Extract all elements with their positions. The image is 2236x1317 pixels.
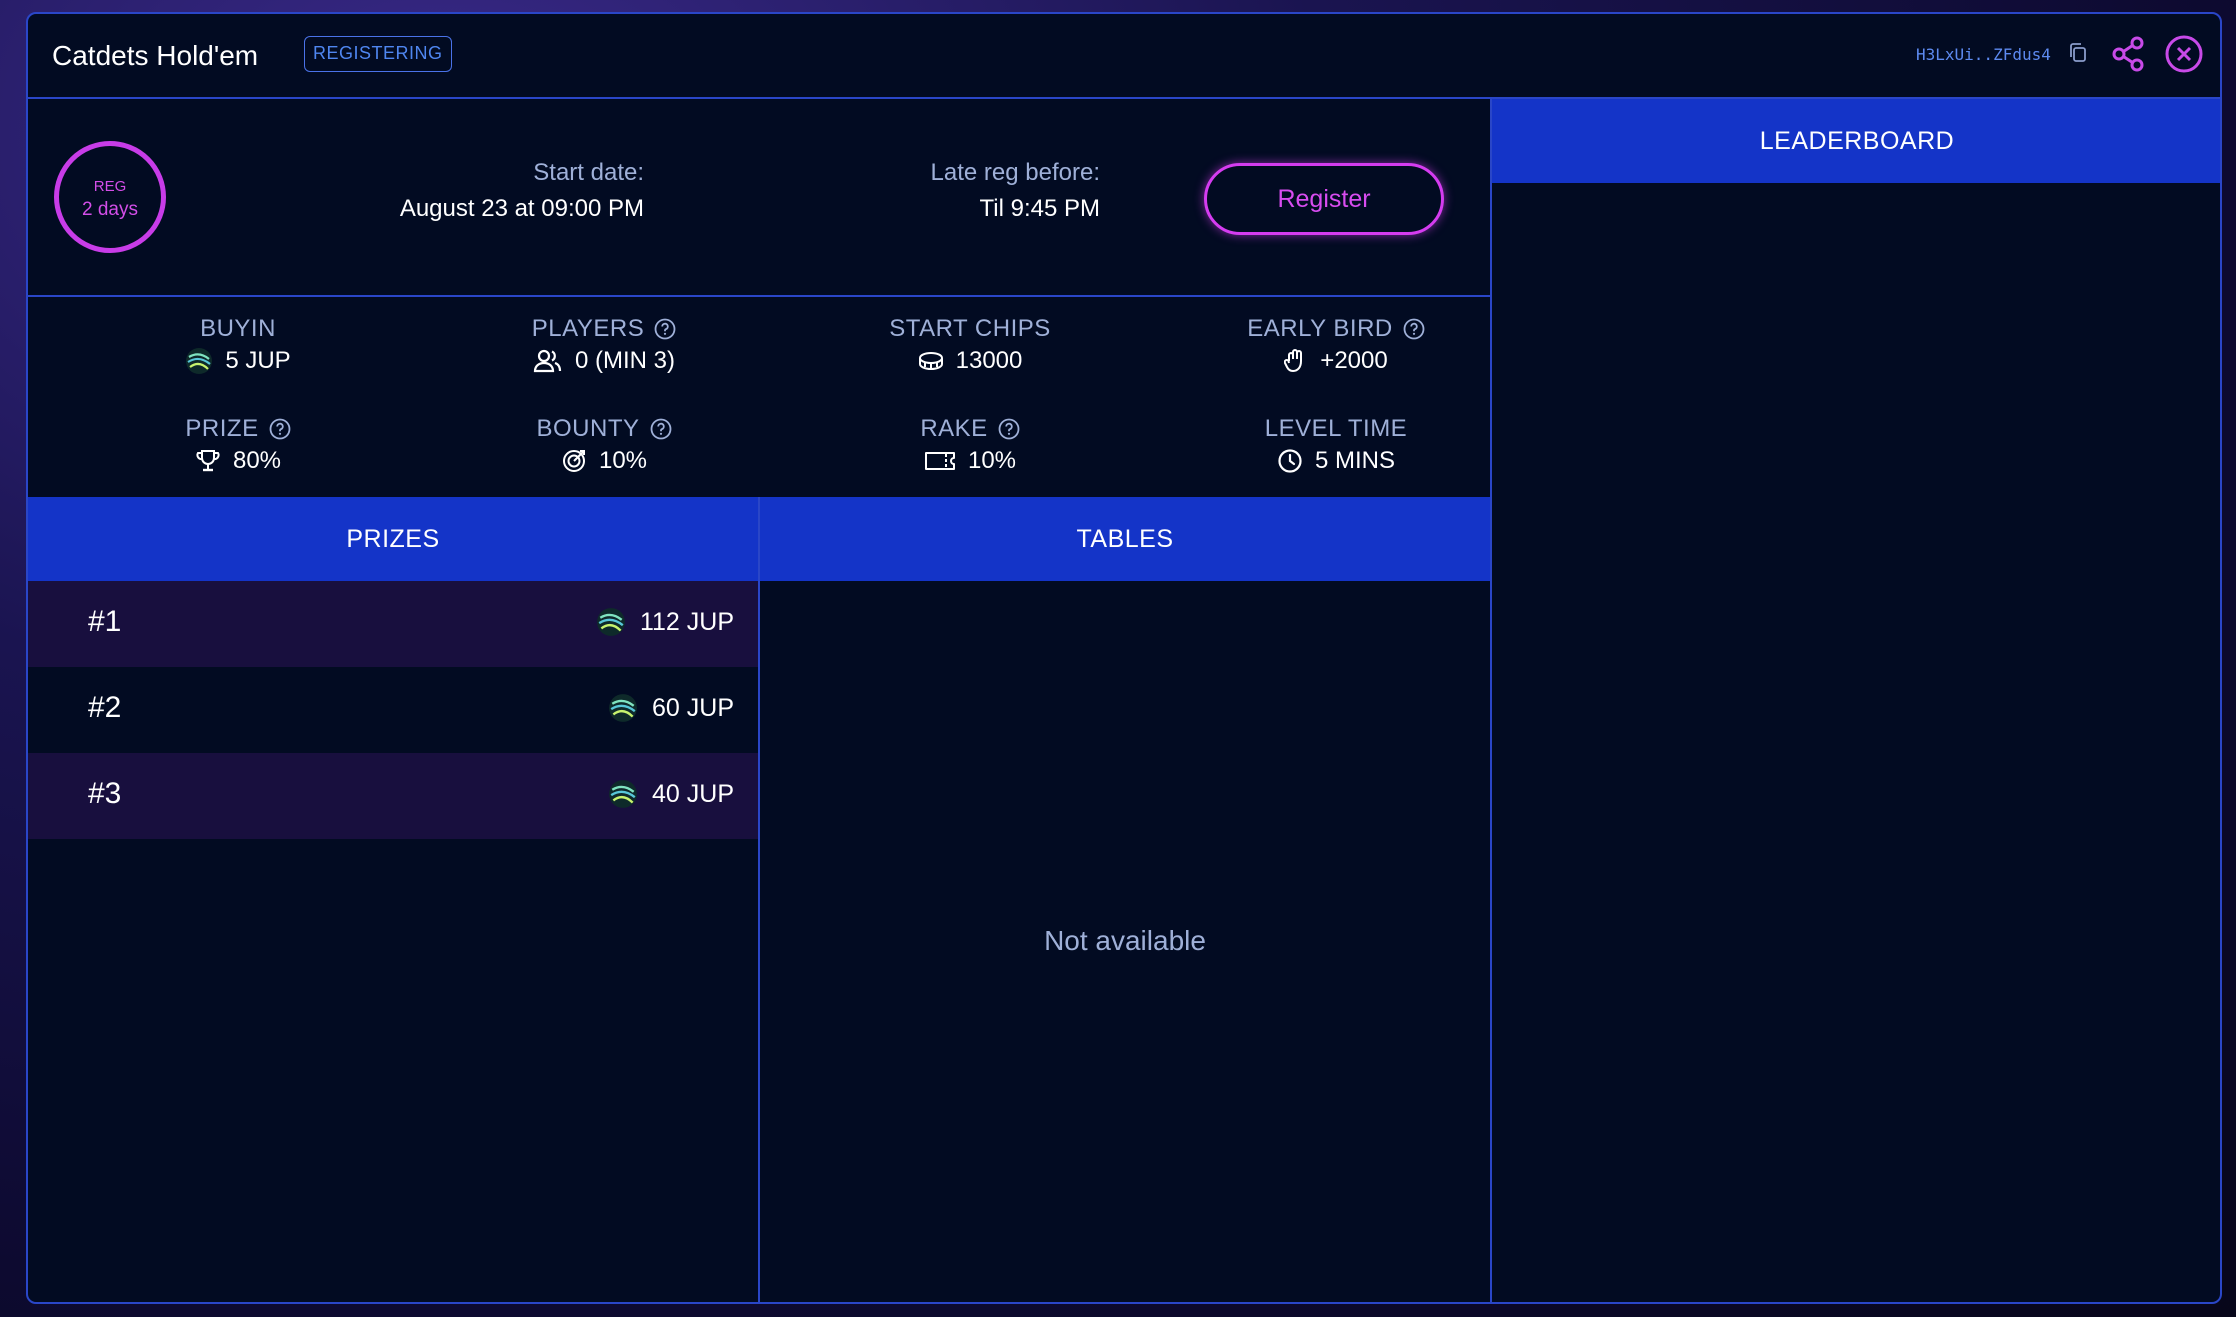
- late-reg-value: Til 9:45 PM: [979, 195, 1100, 222]
- prize-amount: 40 JUP: [652, 779, 734, 808]
- help-icon[interactable]: [654, 318, 676, 340]
- leaderboard-panel: LEADERBOARD: [1492, 99, 2220, 1302]
- prizes-panel: PRIZES #1 112 JUP #2 60 JUP #3 40 JUP: [28, 497, 760, 1302]
- tables-header: TABLES: [760, 497, 1490, 581]
- start-date-value: August 23 at 09:00 PM: [399, 195, 644, 222]
- reg-timer-label: REG: [93, 178, 127, 195]
- help-icon[interactable]: [650, 418, 672, 440]
- stat-bounty-label: BOUNTY: [536, 415, 640, 442]
- stat-start-chips-label: START CHIPS: [889, 315, 1051, 342]
- jup-token-icon: [609, 780, 637, 808]
- stat-buyin-value: 5 JUP: [225, 347, 291, 374]
- late-reg-label: Late reg before:: [930, 159, 1100, 186]
- close-icon[interactable]: [2164, 34, 2204, 74]
- stat-players-value: 0 (MIN 3): [574, 347, 675, 374]
- tournament-title: Catdets Hold'em: [52, 40, 259, 71]
- stat-bounty-value: 10%: [598, 447, 648, 474]
- schedule-section: REG 2 days Start date: August 23 at 09:0…: [28, 99, 1490, 297]
- stat-level-time-value: 5 MINS: [1314, 447, 1395, 474]
- hand-icon: [1284, 349, 1303, 372]
- jup-token-icon: [597, 608, 625, 636]
- stat-rake-label: RAKE: [920, 415, 988, 442]
- tournament-modal: Catdets Hold'em REGISTERING H3LxUi..ZFdu…: [26, 12, 2222, 1304]
- target-icon: [562, 450, 585, 472]
- status-badge: REGISTERING: [304, 36, 452, 72]
- register-button[interactable]: Register: [1204, 163, 1444, 235]
- stat-start-chips: START CHIPS 13000: [820, 315, 1120, 375]
- tables-empty-text: Not available: [1044, 925, 1206, 956]
- tournament-id[interactable]: H3LxUi..ZFdus4: [1916, 45, 2051, 64]
- jup-token-icon: [186, 348, 213, 374]
- prize-row: #1 112 JUP: [28, 581, 758, 667]
- stat-players-label: PLAYERS: [531, 315, 645, 342]
- stat-early-bird-label: EARLY BIRD: [1247, 315, 1393, 342]
- prize-rank: #3: [88, 777, 122, 810]
- stat-early-bird-value: +2000: [1320, 347, 1388, 374]
- stat-buyin: BUYIN 5 JUP: [88, 315, 388, 375]
- clock-icon: [1278, 449, 1302, 473]
- prizes-header: PRIZES: [28, 497, 758, 581]
- reg-timer: REG 2 days: [54, 141, 166, 253]
- stat-players: PLAYERS 0 (MIN 3): [454, 315, 754, 375]
- prize-amount: 60 JUP: [652, 693, 734, 722]
- tables-panel: TABLES Not available: [760, 497, 1490, 1302]
- stat-start-chips-value: 13000: [955, 347, 1023, 374]
- tournament-details: REG 2 days Start date: August 23 at 09:0…: [28, 99, 1492, 1302]
- stat-early-bird: EARLY BIRD +2000: [1186, 315, 1486, 375]
- stat-prize: PRIZE 80%: [88, 415, 388, 475]
- stat-buyin-label: BUYIN: [200, 315, 276, 342]
- chips-icon: [918, 352, 943, 371]
- help-icon[interactable]: [269, 418, 291, 440]
- prize-row: #2 60 JUP: [28, 667, 758, 753]
- leaderboard-header: LEADERBOARD: [1492, 99, 2220, 183]
- stat-level-time-label: LEVEL TIME: [1264, 415, 1408, 442]
- start-date-label: Start date:: [533, 159, 644, 186]
- ticket-icon: [924, 452, 955, 470]
- tournament-stats: BUYIN 5 JUP PLAYERS 0 (MIN 3) START CHIP…: [28, 297, 1490, 497]
- stat-level-time: LEVEL TIME 5 MINS: [1186, 415, 1486, 475]
- stat-rake-value: 10%: [967, 447, 1017, 474]
- share-icon[interactable]: [2108, 34, 2148, 74]
- prize-rank: #2: [88, 691, 122, 724]
- prize-row: #3 40 JUP: [28, 753, 758, 839]
- prize-amount: 112 JUP: [639, 607, 734, 636]
- copy-icon[interactable]: [2068, 42, 2088, 64]
- prize-rank: #1: [88, 605, 122, 638]
- users-icon: [533, 349, 562, 373]
- reg-timer-value: 2 days: [82, 199, 138, 220]
- jup-token-icon: [609, 694, 637, 722]
- modal-header: Catdets Hold'em REGISTERING H3LxUi..ZFdu…: [28, 14, 2220, 99]
- help-icon[interactable]: [1403, 318, 1425, 340]
- help-icon[interactable]: [998, 418, 1020, 440]
- stat-prize-value: 80%: [232, 447, 282, 474]
- stat-bounty: BOUNTY 10%: [454, 415, 754, 475]
- stat-prize-label: PRIZE: [185, 415, 259, 442]
- trophy-icon: [196, 450, 220, 472]
- stat-rake: RAKE 10%: [820, 415, 1120, 475]
